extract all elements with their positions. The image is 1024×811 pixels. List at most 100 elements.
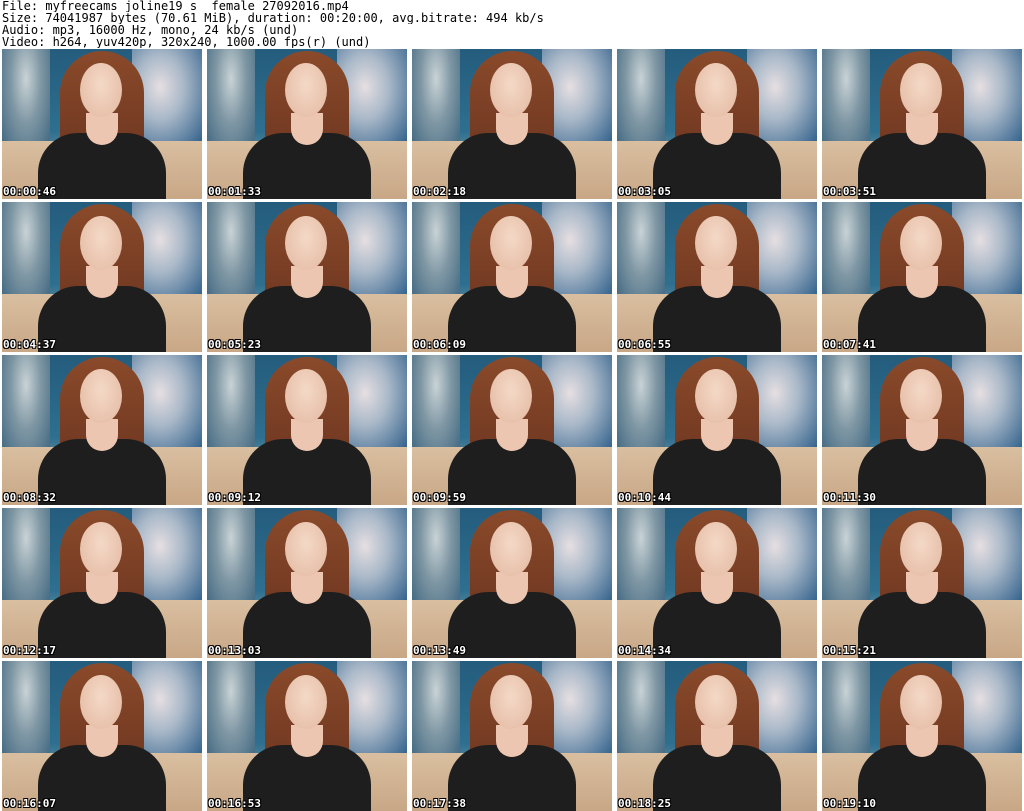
frame-figure-neck (906, 572, 938, 604)
frame-poster-left (207, 49, 255, 149)
frame-poster-left (412, 49, 460, 149)
video-info-line: Video: h264, yuv420p, 320x240, 1000.00 f… (2, 36, 371, 48)
thumbnail-timestamp: 00:02:18 (413, 185, 466, 198)
frame-poster-left (2, 661, 50, 761)
file-size-line: Size: 74041987 bytes (70.61 MiB), durati… (2, 12, 544, 24)
frame-figure-neck (701, 725, 733, 757)
thumbnail-timestamp: 00:06:55 (618, 338, 671, 351)
frame-figure-face (80, 369, 122, 423)
frame-poster-left (617, 661, 665, 761)
frame-figure-face (285, 675, 327, 729)
frame-poster-left (2, 508, 50, 608)
thumbnail-timestamp: 00:08:32 (3, 491, 56, 504)
video-thumbnail: 00:18:25 (617, 661, 817, 811)
frame-figure-face (490, 522, 532, 576)
frame-figure-neck (86, 572, 118, 604)
frame-poster-left (412, 355, 460, 455)
frame-poster-left (822, 355, 870, 455)
thumbnail-timestamp: 00:09:59 (413, 491, 466, 504)
frame-figure-face (490, 216, 532, 270)
frame-figure-neck (701, 113, 733, 145)
video-thumbnail: 00:12:17 (2, 508, 202, 658)
frame-figure-face (285, 63, 327, 117)
frame-poster-left (412, 661, 460, 761)
frame-figure-neck (496, 725, 528, 757)
frame-figure-neck (86, 266, 118, 298)
frame-figure-neck (86, 113, 118, 145)
thumbnail-timestamp: 00:05:23 (208, 338, 261, 351)
video-thumbnail: 00:16:53 (207, 661, 407, 811)
frame-figure-face (900, 369, 942, 423)
frame-figure-neck (906, 725, 938, 757)
frame-figure-face (80, 216, 122, 270)
frame-poster-left (617, 508, 665, 608)
thumbnail-timestamp: 00:04:37 (3, 338, 56, 351)
frame-figure-face (80, 675, 122, 729)
frame-figure-face (695, 369, 737, 423)
video-thumbnail: 00:06:55 (617, 202, 817, 352)
frame-figure-face (695, 675, 737, 729)
video-thumbnail: 00:08:32 (2, 355, 202, 505)
audio-info-line: Audio: mp3, 16000 Hz, mono, 24 kb/s (und… (2, 24, 299, 36)
video-thumbnail: 00:09:59 (412, 355, 612, 505)
video-thumbnail: 00:03:51 (822, 49, 1022, 199)
frame-figure-neck (291, 572, 323, 604)
frame-figure-neck (496, 266, 528, 298)
frame-poster-left (412, 508, 460, 608)
thumbnail-timestamp: 00:19:10 (823, 797, 876, 810)
frame-poster-left (207, 202, 255, 302)
frame-figure-face (285, 216, 327, 270)
frame-figure-face (900, 216, 942, 270)
video-thumbnail: 00:15:21 (822, 508, 1022, 658)
frame-figure-face (285, 369, 327, 423)
video-thumbnail: 00:10:44 (617, 355, 817, 505)
frame-poster-left (822, 202, 870, 302)
thumbnail-timestamp: 00:00:46 (3, 185, 56, 198)
video-thumbnail: 00:09:12 (207, 355, 407, 505)
thumbnail-timestamp: 00:16:53 (208, 797, 261, 810)
frame-figure-face (695, 63, 737, 117)
thumbnail-timestamp: 00:17:38 (413, 797, 466, 810)
thumbnail-grid: 00:00:46 00:01:33 00:02:18 00:03:05 00:03:51… (0, 49, 1024, 811)
frame-figure-neck (906, 113, 938, 145)
frame-figure-face (80, 522, 122, 576)
info-header: File: myfreecams_joline19_s _female_2709… (2, 0, 1022, 48)
frame-poster-left (207, 355, 255, 455)
frame-figure-neck (291, 725, 323, 757)
video-thumbnail: 00:00:46 (2, 49, 202, 199)
frame-figure-neck (701, 572, 733, 604)
frame-poster-left (412, 202, 460, 302)
frame-figure-face (490, 369, 532, 423)
frame-figure-neck (906, 419, 938, 451)
frame-figure-neck (906, 266, 938, 298)
frame-poster-left (822, 508, 870, 608)
frame-figure-neck (496, 572, 528, 604)
thumbnail-timestamp: 00:07:41 (823, 338, 876, 351)
thumbnail-timestamp: 00:10:44 (618, 491, 671, 504)
frame-figure-face (490, 675, 532, 729)
frame-figure-face (80, 63, 122, 117)
video-thumbnail: 00:16:07 (2, 661, 202, 811)
frame-figure-neck (291, 113, 323, 145)
frame-poster-left (822, 661, 870, 761)
frame-figure-face (695, 522, 737, 576)
thumbnail-timestamp: 00:13:49 (413, 644, 466, 657)
frame-figure-face (900, 63, 942, 117)
frame-poster-left (822, 49, 870, 149)
thumbnail-timestamp: 00:11:30 (823, 491, 876, 504)
video-thumbnail: 00:01:33 (207, 49, 407, 199)
video-thumbnail: 00:02:18 (412, 49, 612, 199)
video-thumbnail: 00:05:23 (207, 202, 407, 352)
thumbnail-timestamp: 00:14:34 (618, 644, 671, 657)
thumbnail-timestamp: 00:03:05 (618, 185, 671, 198)
video-thumbnail: 00:13:03 (207, 508, 407, 658)
frame-poster-left (617, 49, 665, 149)
video-thumbnail: 00:04:37 (2, 202, 202, 352)
thumbnail-timestamp: 00:16:07 (3, 797, 56, 810)
video-thumbnail: 00:17:38 (412, 661, 612, 811)
frame-poster-left (2, 49, 50, 149)
video-thumbnail: 00:19:10 (822, 661, 1022, 811)
thumbnail-timestamp: 00:09:12 (208, 491, 261, 504)
frame-figure-face (285, 522, 327, 576)
frame-figure-face (695, 216, 737, 270)
